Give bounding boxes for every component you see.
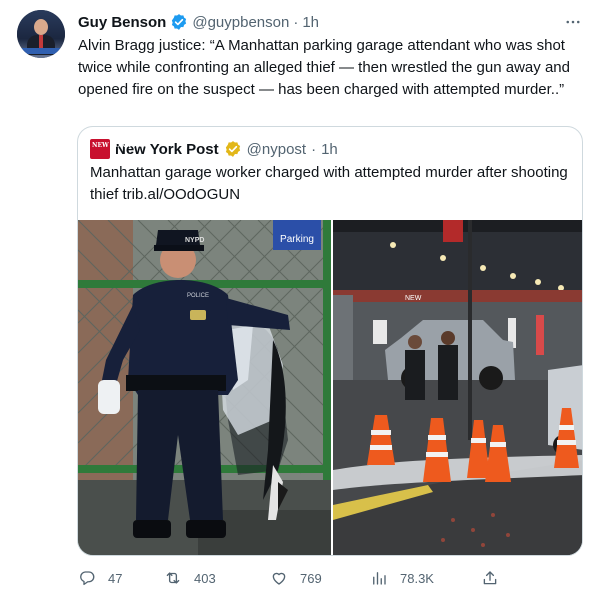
avatar[interactable]	[17, 10, 65, 58]
author-handle[interactable]: @guypbenson	[192, 14, 289, 31]
like-icon	[272, 572, 286, 585]
separator: ·	[293, 13, 299, 31]
photo-garage-scene[interactable]: NEW	[333, 220, 582, 555]
quoted-author-handle[interactable]: @nypost	[247, 141, 306, 158]
nypost-logo[interactable]: NEW YORK POST	[90, 139, 151, 159]
reply-icon	[80, 571, 95, 586]
author-name[interactable]: Guy Benson	[78, 14, 166, 31]
cap-text: NYPD	[185, 237, 204, 244]
parking-sign-text: Parking	[280, 234, 314, 245]
timestamp[interactable]: 1h	[302, 14, 319, 31]
separator: ·	[311, 140, 317, 158]
verified-badge-icon	[172, 14, 187, 30]
quoted-timestamp[interactable]: 1h	[321, 141, 338, 158]
share-icon	[483, 571, 497, 585]
tweet-header: Guy Benson @guypbenson · 1h	[78, 11, 319, 33]
reply-count: 47	[108, 570, 123, 586]
garage-sign-text: NEW	[405, 295, 422, 302]
reply-button[interactable]: 47	[78, 566, 122, 590]
views-button[interactable]: 78.3K	[370, 566, 434, 590]
verified-badge-icon	[225, 141, 240, 157]
like-button[interactable]: 769	[270, 566, 322, 590]
tweet-text: Alvin Bragg justice: “A Manhattan parkin…	[78, 37, 570, 98]
share-button[interactable]	[481, 566, 499, 590]
more-icon[interactable]	[563, 12, 583, 32]
quoted-tweet-header: NEW YORK POST New York Post @nypost · 1h	[90, 139, 338, 159]
retweet-button[interactable]: 403	[164, 566, 216, 590]
retweet-icon	[166, 572, 180, 584]
tweet: Guy Benson @guypbenson · 1h Alvin Bragg …	[0, 0, 598, 599]
retweet-count: 403	[194, 570, 216, 586]
views-icon	[373, 572, 386, 585]
quoted-tweet[interactable]: NEW YORK POST New York Post @nypost · 1h…	[77, 126, 583, 556]
photo-police-officer[interactable]: Parking NYPD POLICE	[78, 220, 331, 555]
like-count: 769	[300, 570, 322, 586]
quoted-tweet-text: Manhattan garage worker charged with att…	[90, 164, 568, 203]
views-count: 78.3K	[400, 570, 434, 586]
action-bar: 47 403 769 78.3K	[78, 566, 588, 590]
badge-text: POLICE	[187, 293, 209, 299]
